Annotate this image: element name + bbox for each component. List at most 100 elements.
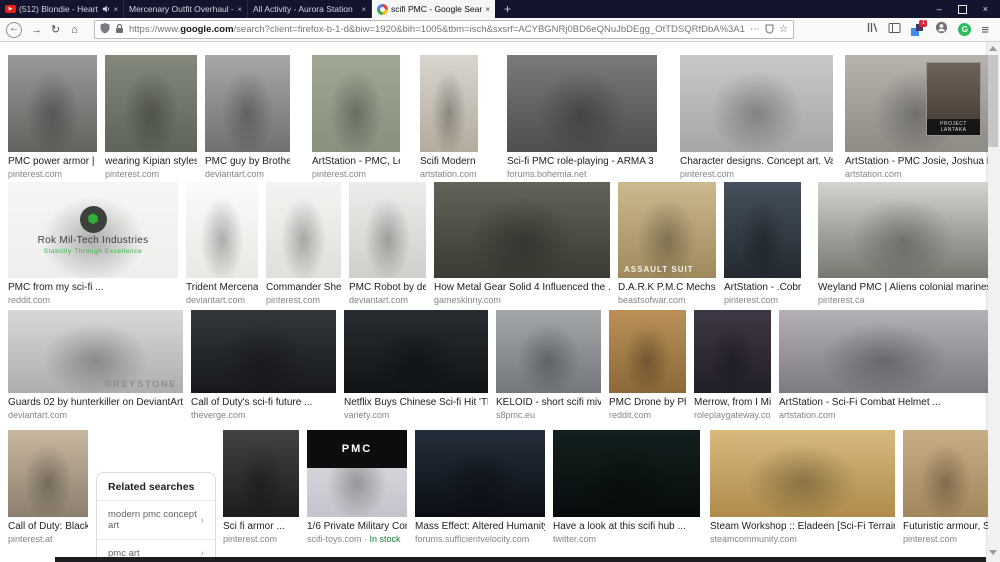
result-thumbnail[interactable] xyxy=(818,182,988,278)
image-result[interactable]: Trident Mercenary by ... deviantart.com xyxy=(186,182,258,305)
result-title[interactable]: Steam Workshop :: Eladeen [Sci-Fi Terrai… xyxy=(710,521,895,532)
result-thumbnail[interactable] xyxy=(415,430,545,517)
result-thumbnail[interactable] xyxy=(680,55,833,152)
image-result[interactable]: Have a look at this scifi hub ... twitter… xyxy=(553,430,700,544)
forward-button[interactable]: → xyxy=(27,24,46,36)
result-thumbnail[interactable] xyxy=(903,430,988,517)
new-tab-button[interactable]: + xyxy=(495,0,520,18)
image-result[interactable]: KELOID - short scifi mive s8pmc.eu xyxy=(496,310,601,420)
tab-close-icon[interactable]: × xyxy=(237,5,242,14)
image-result[interactable]: Sci-fi PMC role-playing - ARMA 3 ... foru… xyxy=(507,55,657,179)
home-button[interactable]: ⌂ xyxy=(65,24,84,36)
scroll-up-icon[interactable] xyxy=(989,46,997,51)
result-title[interactable]: 1/6 Private Military Contractor O... xyxy=(307,521,407,532)
result-title[interactable]: Guards 02 by hunterkiller on DeviantArt xyxy=(8,397,183,408)
restore-button[interactable] xyxy=(957,4,967,14)
result-title[interactable]: PMC guy by BrotherOstavi... xyxy=(205,156,290,167)
scrollbar[interactable] xyxy=(986,42,1000,562)
tab-close-icon[interactable]: × xyxy=(485,5,490,14)
result-thumbnail[interactable] xyxy=(205,55,290,152)
extension-icon[interactable]: 1 xyxy=(911,20,928,36)
browser-tab[interactable]: ▶(512) Blondie - Heart Of Gla × xyxy=(0,0,123,18)
image-result[interactable]: PMC power armor | Sci fi ... pinterest.co… xyxy=(8,55,97,179)
grammarly-icon[interactable]: G xyxy=(958,23,972,36)
result-title[interactable]: PMC Robot by deepst... xyxy=(349,282,426,293)
related-search-item[interactable]: modern pmc concept art › xyxy=(97,500,215,539)
browser-tab[interactable]: scifi PMC - Google Search × xyxy=(371,0,495,18)
library-icon[interactable] xyxy=(866,21,878,39)
image-result[interactable]: ⬢ Rok Mil-Tech Industries Stability Throug… xyxy=(8,182,178,305)
result-title[interactable]: ArtStation - .Cobra Sq... xyxy=(724,282,801,293)
result-thumbnail[interactable]: ⬢ Rok Mil-Tech Industries Stability Throug… xyxy=(8,182,178,278)
result-title[interactable]: Netflix Buys Chinese Sci-fi Hit 'The ... xyxy=(344,397,488,408)
image-result[interactable]: ASSAULT SUIT D.A.R.K P.M.C Mechsuits Kick… xyxy=(618,182,716,305)
image-result[interactable]: ArtStation - .Cobra Sq... pinterest.com xyxy=(724,182,801,305)
image-result[interactable]: wearing Kipian styles armor ... pinterest… xyxy=(105,55,197,179)
account-icon[interactable] xyxy=(935,21,948,39)
image-result[interactable]: Sci fi armor ... pinterest.com xyxy=(223,430,299,544)
minimize-button[interactable]: – xyxy=(937,4,942,14)
tab-close-icon[interactable]: × xyxy=(361,5,366,14)
scrollbar-thumb[interactable] xyxy=(988,55,998,147)
result-thumbnail[interactable] xyxy=(223,430,299,517)
image-result[interactable]: Call of Duty: Black Op... pinterest.at xyxy=(8,430,88,544)
result-title[interactable]: D.A.R.K P.M.C Mechsuits Kick... xyxy=(618,282,716,293)
result-thumbnail[interactable] xyxy=(609,310,686,393)
result-title[interactable]: Trident Mercenary by ... xyxy=(186,282,258,293)
browser-tab[interactable]: All Activity - Aurora Station × xyxy=(247,0,371,18)
result-thumbnail[interactable] xyxy=(434,182,610,278)
result-thumbnail[interactable]: PMC xyxy=(307,430,407,517)
page-actions-icon[interactable]: ⋯ xyxy=(750,24,760,35)
back-button[interactable]: ← xyxy=(6,21,22,38)
tracking-shield-icon[interactable] xyxy=(100,21,110,39)
image-result[interactable]: Steam Workshop :: Eladeen [Sci-Fi Terrai… xyxy=(710,430,895,544)
result-thumbnail[interactable] xyxy=(496,310,601,393)
image-result[interactable]: Netflix Buys Chinese Sci-fi Hit 'The ...… xyxy=(344,310,488,420)
result-thumbnail[interactable] xyxy=(779,310,988,393)
result-thumbnail[interactable] xyxy=(8,430,88,517)
result-thumbnail[interactable] xyxy=(312,55,400,152)
result-title[interactable]: Scifi Modern Soldier, S... xyxy=(420,156,478,167)
result-thumbnail[interactable] xyxy=(553,430,700,517)
image-result[interactable]: Call of Duty's sci-fi future ... theverge… xyxy=(191,310,336,420)
image-result[interactable]: Mass Effect: Altered Humanity Sci-Fi ...… xyxy=(415,430,545,544)
result-thumbnail[interactable] xyxy=(349,182,426,278)
image-result[interactable]: Scifi Modern Soldier, S... artstation.com xyxy=(420,55,478,179)
image-result[interactable]: PMC Drone by Phelan... reddit.com xyxy=(609,310,686,420)
result-title[interactable]: Call of Duty: Black Op... xyxy=(8,521,88,532)
result-thumbnail[interactable] xyxy=(266,182,341,278)
result-thumbnail[interactable] xyxy=(710,430,895,517)
result-title[interactable]: Have a look at this scifi hub ... xyxy=(553,521,700,532)
result-thumbnail[interactable] xyxy=(8,55,97,152)
result-title[interactable]: Futuristic armour, Sci fi... xyxy=(903,521,988,532)
result-title[interactable]: Character designs. Concept art. Variety … xyxy=(680,156,833,167)
url-bar[interactable]: https://www.google.com/search?client=fir… xyxy=(94,20,794,39)
result-thumbnail[interactable] xyxy=(191,310,336,393)
result-thumbnail[interactable] xyxy=(344,310,488,393)
browser-tab[interactable]: Mercenary Outfit Overhaul - Page 3× xyxy=(123,0,247,18)
result-thumbnail[interactable]: PROJECT LANTAKA xyxy=(845,55,988,152)
result-thumbnail[interactable] xyxy=(105,55,197,152)
image-result[interactable]: How Metal Gear Solid 4 Influenced the ..… xyxy=(434,182,610,305)
image-result[interactable]: Commander Shepard... pinterest.com xyxy=(266,182,341,305)
result-title[interactable]: PMC power armor | Sci fi ... xyxy=(8,156,97,167)
result-title[interactable]: ArtStation - PMC Josie, Joshua Prigg xyxy=(845,156,988,167)
image-result[interactable]: PMC 1/6 Private Military Contractor O... s… xyxy=(307,430,407,544)
result-title[interactable]: Merrow, from I Miss the Sunrise, a ... xyxy=(694,397,771,408)
image-result[interactable]: Futuristic armour, Sci fi... pinterest.co… xyxy=(903,430,988,544)
lock-icon[interactable] xyxy=(115,21,124,39)
result-title[interactable]: How Metal Gear Solid 4 Influenced the ..… xyxy=(434,282,610,293)
result-thumbnail[interactable]: ASSAULT SUIT xyxy=(618,182,716,278)
result-thumbnail[interactable] xyxy=(420,55,478,152)
pocket-icon[interactable] xyxy=(765,21,774,39)
result-thumbnail[interactable] xyxy=(694,310,771,393)
result-thumbnail[interactable] xyxy=(507,55,657,152)
image-result[interactable]: Merrow, from I Miss the Sunrise, a ... ro… xyxy=(694,310,771,420)
result-title[interactable]: Sci fi armor ... xyxy=(223,521,299,532)
image-result[interactable]: GREYSTONE Guards 02 by hunterkiller on De… xyxy=(8,310,183,420)
image-result[interactable]: Weyland PMC | Aliens colonial marines ..… xyxy=(818,182,988,305)
result-title[interactable]: Call of Duty's sci-fi future ... xyxy=(191,397,336,408)
image-result[interactable]: PROJECT LANTAKA ArtStation - PMC Josie, J… xyxy=(845,55,988,179)
url-text[interactable]: https://www.google.com/search?client=fir… xyxy=(129,24,745,35)
result-thumbnail[interactable] xyxy=(724,182,801,278)
